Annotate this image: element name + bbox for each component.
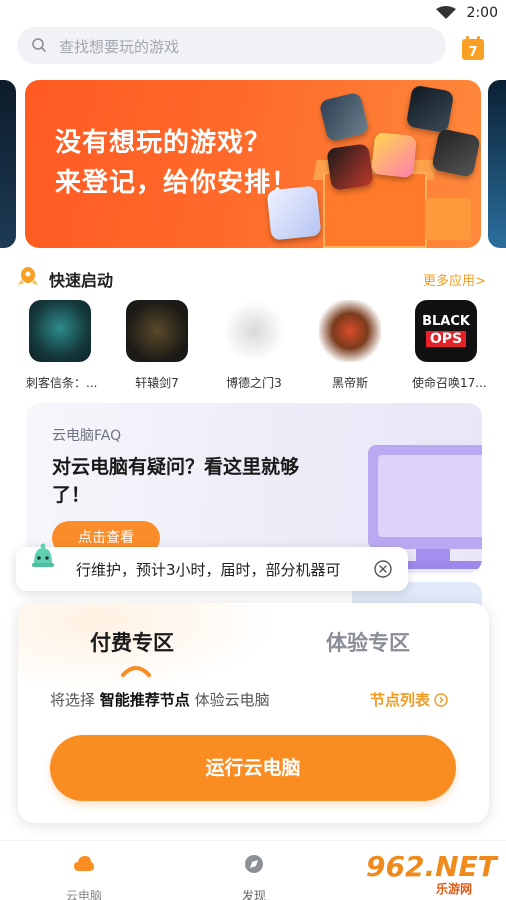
game-thumb xyxy=(319,300,381,362)
banner-game-icon xyxy=(318,91,370,143)
nav-item-discover[interactable]: 发现 xyxy=(224,853,284,900)
wifi-icon xyxy=(436,6,456,19)
search-bar[interactable]: 查找想要玩的游戏 xyxy=(17,27,446,64)
game-item[interactable]: 刺客信条：... xyxy=(26,300,98,391)
run-cloud-pc-button[interactable]: 运行云电脑 xyxy=(50,735,456,801)
promo-banner[interactable]: 没有想玩的游戏？ 来登记，给你安排！ xyxy=(25,80,481,248)
black-ops-logo-line1: BLACK xyxy=(422,314,470,329)
watermark-main: 962.NET xyxy=(366,850,497,883)
node-suffix: 体验云电脑 xyxy=(194,691,270,709)
black-ops-logo-line2: OPS xyxy=(425,331,467,347)
banner-gift xyxy=(425,198,471,240)
game-item[interactable]: 黑帝斯 xyxy=(316,300,384,391)
nav-item-cloud-pc[interactable]: 云电脑 xyxy=(54,853,114,900)
tab-trial-zone[interactable]: 体验专区 xyxy=(326,627,410,657)
maintenance-notice[interactable]: 行维护，预计3小时，届时，部分机器可 xyxy=(16,547,408,591)
more-apps-link[interactable]: 更多应用> xyxy=(423,270,486,289)
banner-game-icon xyxy=(431,128,481,178)
node-recommended: 智能推荐节点 xyxy=(99,691,190,709)
nav-label: 发现 xyxy=(241,889,266,900)
calendar-icon[interactable]: 7 xyxy=(461,35,485,61)
game-thumb xyxy=(126,300,188,362)
launch-sheet: 付费专区 体验专区 将选择 智能推荐节点 体验云电脑 节点列表 运行云电脑 xyxy=(18,603,489,823)
node-list-link[interactable]: 节点列表 xyxy=(370,689,448,710)
cloud-icon xyxy=(74,856,94,871)
status-bar: 2:00 xyxy=(0,0,506,26)
banner-line2: 来登记，给你安排！ xyxy=(55,168,299,198)
game-name: 黑帝斯 xyxy=(331,376,368,390)
banner-game-icon xyxy=(266,185,322,241)
compass-icon xyxy=(245,855,263,873)
banner-prev-peek[interactable] xyxy=(0,80,16,248)
watermark-sub: 乐游网 xyxy=(436,882,473,896)
game-thumb xyxy=(223,300,285,362)
node-list-label: 节点列表 xyxy=(370,691,431,709)
banner-next-peek[interactable] xyxy=(488,80,506,248)
tab-paid-zone[interactable]: 付费专区 xyxy=(90,627,174,657)
search-placeholder: 查找想要玩的游戏 xyxy=(59,38,180,56)
game-name: 使命召唤17... xyxy=(412,376,487,390)
calendar-day: 7 xyxy=(468,45,477,60)
game-thumb xyxy=(29,300,91,362)
node-prefix: 将选择 xyxy=(50,691,96,709)
chevron-right-circle-icon xyxy=(434,693,448,707)
game-name: 博德之门3 xyxy=(226,376,282,390)
game-item[interactable]: 轩辕剑7 xyxy=(123,300,191,391)
game-name: 刺客信条：... xyxy=(26,376,98,390)
status-time: 2:00 xyxy=(466,5,498,21)
banner-game-icon xyxy=(326,143,374,191)
rocket-icon xyxy=(18,267,38,285)
banner-game-icon xyxy=(370,131,418,179)
banner-line1: 没有想玩的游戏？ xyxy=(55,128,272,158)
faq-label: 云电脑FAQ xyxy=(52,428,122,444)
node-description: 将选择 智能推荐节点 体验云电脑 xyxy=(50,689,270,710)
game-item[interactable]: 博德之门3 xyxy=(220,300,288,391)
notice-text: 行维护，预计3小时，届时，部分机器可 xyxy=(76,561,341,579)
site-watermark: 962.NET 乐游网 xyxy=(366,850,500,898)
nav-label: 云电脑 xyxy=(65,889,102,900)
faq-question: 对云电脑有疑问？看这里就够了！ xyxy=(52,456,300,506)
game-item[interactable]: BLACK OPS 使命召唤17... xyxy=(412,300,487,391)
game-name: 轩辕剑7 xyxy=(135,376,179,390)
app-screen: 2:00 查找想要玩的游戏 7 没有想玩的游戏？ 来登记，给你安排！ 快速启动 … xyxy=(0,0,506,900)
banner-game-icon xyxy=(405,84,455,134)
close-icon[interactable] xyxy=(374,560,392,578)
game-thumb: BLACK OPS xyxy=(415,300,477,362)
search-icon xyxy=(32,38,46,52)
quick-launch-title: 快速启动 xyxy=(49,271,114,290)
bell-mascot-icon xyxy=(32,543,54,567)
active-tab-indicator xyxy=(121,666,151,677)
